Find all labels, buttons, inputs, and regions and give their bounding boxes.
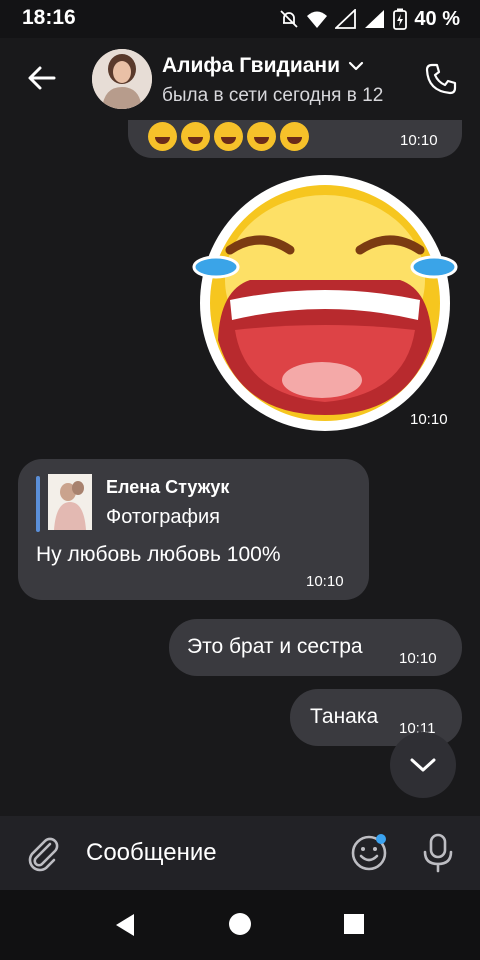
reply-label: Фотография [106,506,220,528]
chevron-down-icon [410,758,436,772]
message-time: 10:10 [400,132,438,149]
emoji-icon [181,122,210,151]
sticker-time: 10:10 [410,411,448,428]
emoji-icon[interactable] [349,833,389,873]
reply-photo-thumbnail [48,474,92,530]
reply-author: Елена Стужук [106,477,230,497]
microphone-icon[interactable] [420,833,456,873]
chat-header: Алифа Гвидиани была в сети сегодня в 12 [0,38,480,120]
status-time: 18:16 [22,6,76,29]
message-time: 10:10 [306,573,344,590]
scroll-to-bottom-button[interactable] [390,732,456,798]
signal-icon [335,9,357,29]
back-arrow-icon[interactable] [26,62,58,94]
message-text: Это брат и сестра [187,635,363,658]
contact-name[interactable]: Алифа Гвидиани [162,54,340,78]
status-bar: 18:16 40 % [0,0,480,38]
emoji-icon [247,122,276,151]
message-time: 10:10 [399,650,437,667]
wifi-icon [307,11,328,28]
battery-charging-icon [393,8,408,30]
contact-name-row[interactable]: Алифа Гвидиани [162,54,364,78]
status-icons: 40 % [279,6,460,32]
emoji-icon [148,122,177,151]
message-composer: Сообщение [0,816,480,890]
message-text: Танака [310,705,379,728]
message-input[interactable]: Сообщение [86,839,217,867]
message-text: Ну любовь любовь 100% [36,543,281,566]
nav-home-icon[interactable] [228,912,252,936]
signal-icon [365,10,385,28]
phone-icon[interactable] [424,62,458,96]
message-list[interactable]: 10:10 10:10 Елена Стужук Фотография Ну л… [0,120,480,816]
paperclip-icon[interactable] [24,834,62,872]
nav-recents-icon[interactable] [343,913,365,935]
chevron-down-icon[interactable] [348,58,364,74]
emoji-row [148,122,309,151]
avatar[interactable] [92,49,152,109]
last-seen-status: была в сети сегодня в 12 [162,85,384,106]
bell-off-icon [280,10,299,28]
message-emoji[interactable]: 10:10 [128,120,462,158]
battery-percent: 40 % [414,7,460,30]
nav-back-icon[interactable] [112,912,138,938]
emoji-icon [280,122,309,151]
emoji-icon [214,122,243,151]
sticker-laughing-face[interactable] [190,170,460,436]
system-navigation-bar [0,890,480,960]
reply-quote-bar [36,476,40,532]
